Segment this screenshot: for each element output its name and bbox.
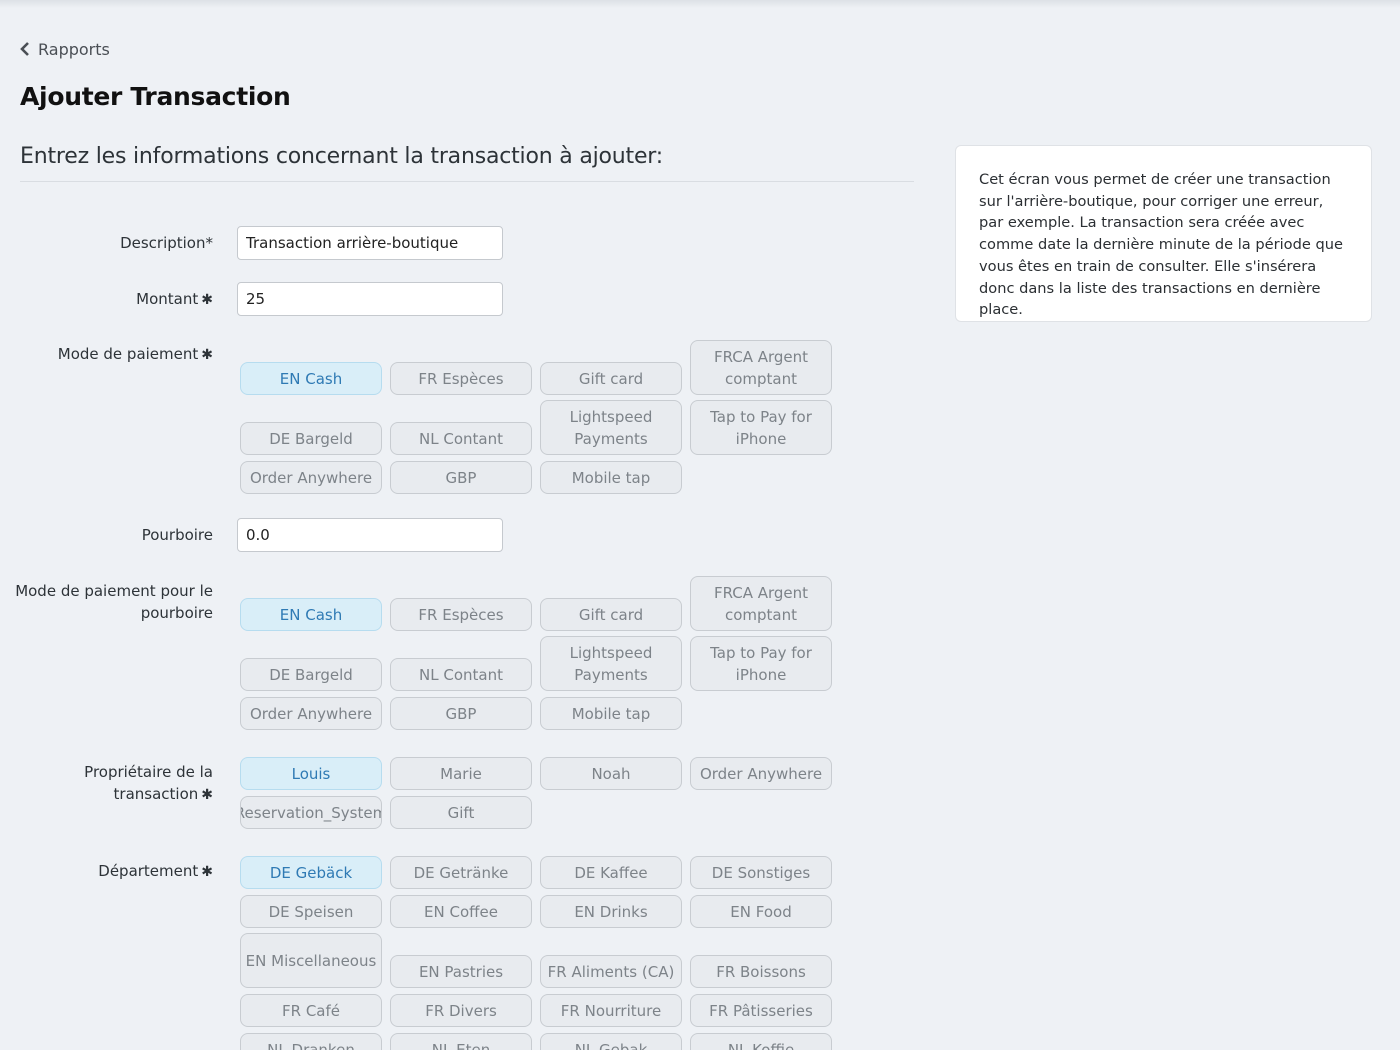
payment-option[interactable]: FRCA Argent comptant: [690, 340, 832, 395]
tip-payment-option[interactable]: GBP: [390, 697, 532, 730]
payment-option[interactable]: DE Bargeld: [240, 422, 382, 455]
department-option[interactable]: FR Nourriture: [540, 994, 682, 1027]
montant-label: Montant ✱: [136, 290, 213, 308]
department-option[interactable]: DE Getränke: [390, 856, 532, 889]
help-panel: Cet écran vous permet de créer une trans…: [955, 145, 1372, 322]
mode-paiement-label: Mode de paiement ✱: [57, 345, 213, 363]
department-option[interactable]: FR Boissons: [690, 955, 832, 988]
department-option[interactable]: NL Koffie: [690, 1033, 832, 1050]
payment-option[interactable]: Mobile tap: [540, 461, 682, 494]
required-icon: ✱: [201, 292, 213, 308]
department-option[interactable]: DE Gebäck: [240, 856, 382, 889]
department-option[interactable]: FR Aliments (CA): [540, 955, 682, 988]
department-option[interactable]: EN Drinks: [540, 895, 682, 928]
owner-option[interactable]: Gift: [390, 796, 532, 829]
owner-option[interactable]: Order Anywhere: [690, 757, 832, 790]
page-title: Ajouter Transaction: [20, 82, 291, 111]
department-option[interactable]: NL Dranken: [240, 1033, 382, 1050]
pourboire-label: Pourboire: [141, 526, 213, 544]
tip-payment-option[interactable]: Order Anywhere: [240, 697, 382, 730]
help-text: Cet écran vous permet de créer une trans…: [979, 171, 1343, 319]
mode-paiement-pourboire-label: Mode de paiement pour le pourboire: [15, 582, 213, 622]
required-icon: ✱: [201, 347, 213, 363]
department-option[interactable]: FR Café: [240, 994, 382, 1027]
department-option[interactable]: DE Kaffee: [540, 856, 682, 889]
pourboire-input[interactable]: [237, 518, 503, 552]
department-option[interactable]: EN Pastries: [390, 955, 532, 988]
department-option[interactable]: NL Gebak: [540, 1033, 682, 1050]
required-icon: ✱: [201, 787, 213, 803]
owner-option[interactable]: Marie: [390, 757, 532, 790]
montant-input[interactable]: [237, 282, 503, 316]
form-subtitle: Entrez les informations concernant la tr…: [20, 144, 663, 169]
departement-label: Département ✱: [98, 862, 213, 880]
back-link[interactable]: Rapports: [20, 38, 110, 60]
department-option[interactable]: FR Pâtisseries: [690, 994, 832, 1027]
department-option[interactable]: DE Sonstiges: [690, 856, 832, 889]
required-icon: ✱: [201, 864, 213, 880]
payment-option[interactable]: Order Anywhere: [240, 461, 382, 494]
back-link-label: Rapports: [38, 39, 110, 59]
department-option[interactable]: EN Miscellaneous: [240, 933, 382, 988]
payment-option[interactable]: EN Cash: [240, 362, 382, 395]
owner-option[interactable]: Noah: [540, 757, 682, 790]
payment-option[interactable]: GBP: [390, 461, 532, 494]
department-option[interactable]: NL Eten: [390, 1033, 532, 1050]
top-bar-shadow: [0, 0, 1400, 8]
description-input[interactable]: [237, 226, 503, 260]
payment-option[interactable]: Tap to Pay for iPhone: [690, 400, 832, 455]
tip-payment-option[interactable]: FR Espèces: [390, 598, 532, 631]
description-label: Description*: [120, 234, 213, 252]
payment-option[interactable]: NL Contant: [390, 422, 532, 455]
department-option[interactable]: EN Coffee: [390, 895, 532, 928]
tip-payment-option[interactable]: Lightspeed Payments: [540, 636, 682, 691]
tip-payment-option[interactable]: NL Contant: [390, 658, 532, 691]
tip-payment-option[interactable]: Tap to Pay for iPhone: [690, 636, 832, 691]
department-option[interactable]: DE Speisen: [240, 895, 382, 928]
tip-payment-option[interactable]: Mobile tap: [540, 697, 682, 730]
divider: [20, 181, 914, 182]
payment-option[interactable]: FR Espèces: [390, 362, 532, 395]
proprietaire-label: Propriétaire de la transaction ✱: [84, 763, 213, 803]
payment-option[interactable]: Gift card: [540, 362, 682, 395]
tip-payment-option[interactable]: FRCA Argent comptant: [690, 576, 832, 631]
owner-option[interactable]: Louis: [240, 757, 382, 790]
payment-option[interactable]: Lightspeed Payments: [540, 400, 682, 455]
tip-payment-option[interactable]: Gift card: [540, 598, 682, 631]
tip-payment-option[interactable]: DE Bargeld: [240, 658, 382, 691]
tip-payment-option[interactable]: EN Cash: [240, 598, 382, 631]
department-option[interactable]: FR Divers: [390, 994, 532, 1027]
chevron-left-icon: [20, 42, 29, 56]
department-option[interactable]: EN Food: [690, 895, 832, 928]
owner-option[interactable]: Reservation_System: [240, 796, 382, 829]
